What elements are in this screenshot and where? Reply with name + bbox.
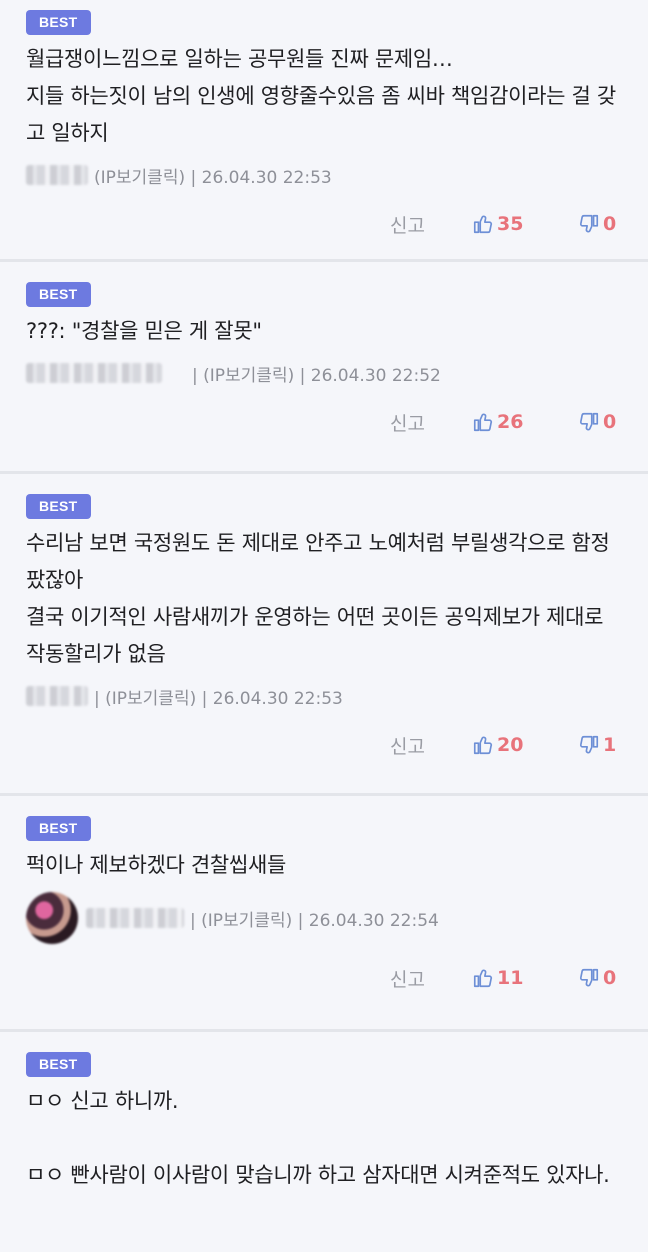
comment-3: BEST 수리남 보면 국정원도 돈 제대로 안주고 노예처럼 부릴생각으로 함… [0,474,648,796]
dislike-button[interactable]: 0 [578,411,622,433]
author-name-blurred[interactable] [26,686,88,706]
dislike-count: 0 [603,411,617,433]
comment-text: 월급쟁이느낌으로 일하는 공무원들 진짜 문제임… 지들 하는짓이 남의 인생에… [26,47,616,145]
comment-actions: 신고 26 0 [26,390,622,454]
comment-meta: | (IP보기클릭) | 26.04.30 22:52 [26,356,622,390]
thumbs-up-icon [473,215,493,234]
report-button[interactable]: 신고 [390,732,472,759]
dislike-count: 0 [603,967,617,989]
author-name-blurred[interactable] [26,165,88,185]
thumbs-down-icon [579,214,599,233]
comment-meta: | (IP보기클릭) | 26.04.30 22:54 [26,890,622,946]
dislike-button[interactable]: 1 [578,734,622,756]
comment-actions: 신고 35 0 [26,192,622,256]
like-count: 26 [497,411,524,433]
comment-text: 수리남 보면 국정원도 돈 제대로 안주고 노예처럼 부릴생각으로 함정 팠잖아… [26,531,610,666]
best-badge: BEST [26,1052,91,1077]
report-button[interactable]: 신고 [390,211,472,238]
comment-text: ㅁㅇ 신고 하니까. ㅁㅇ 빤사람이 이사람이 맞습니까 하고 삼자대면 시켜준… [26,1089,610,1187]
thumbs-down-icon [579,968,599,987]
comment-meta: | (IP보기클릭) | 26.04.30 22:53 [26,679,622,713]
thumbs-up-icon [473,969,493,988]
thumbs-up-icon [473,736,493,755]
thumbs-up-icon [473,413,493,432]
like-button[interactable]: 26 [472,411,578,433]
report-button[interactable]: 신고 [390,409,472,436]
report-button[interactable]: 신고 [390,965,472,992]
comment-text: 퍽이나 제보하겠다 견찰씹새들 [26,853,287,877]
thumbs-down-icon [579,412,599,431]
comment-2: BEST ???: "경찰을 믿은 게 잘못" | (IP보기클릭) | 26.… [0,262,648,474]
ip-and-date[interactable]: | (IP보기클릭) | 26.04.30 22:53 [94,684,343,709]
thumbs-down-icon [579,735,599,754]
comment-4: BEST 퍽이나 제보하겠다 견찰씹새들 | (IP보기클릭) | 26.04.… [0,796,648,1032]
comment-text: ???: "경찰을 믿은 게 잘못" [26,319,262,343]
best-badge: BEST [26,816,91,841]
like-count: 35 [497,213,524,235]
like-count: 20 [497,734,524,756]
dislike-count: 1 [603,734,617,756]
dislike-button[interactable]: 0 [578,967,622,989]
ip-and-date[interactable]: | (IP보기클릭) | 26.04.30 22:54 [190,906,439,931]
comment-meta: (IP보기클릭) | 26.04.30 22:53 [26,158,622,192]
like-button[interactable]: 20 [472,734,578,756]
ip-and-date[interactable]: | (IP보기클릭) | 26.04.30 22:52 [192,361,441,386]
like-button[interactable]: 11 [472,967,578,989]
like-count: 11 [497,967,524,989]
dislike-count: 0 [603,213,617,235]
best-badge: BEST [26,282,91,307]
author-name-blurred[interactable] [86,908,184,928]
author-avatar[interactable] [26,892,78,944]
comment-actions: 신고 20 1 [26,713,622,777]
like-button[interactable]: 35 [472,213,578,235]
ip-and-date[interactable]: (IP보기클릭) | 26.04.30 22:53 [94,163,332,188]
comment-1: BEST 월급쟁이느낌으로 일하는 공무원들 진짜 문제임… 지들 하는짓이 남… [0,0,648,262]
best-badge: BEST [26,494,91,519]
comment-5: BEST ㅁㅇ 신고 하니까. ㅁㅇ 빤사람이 이사람이 맞습니까 하고 삼자대… [0,1032,648,1252]
author-name-blurred[interactable] [26,363,162,383]
best-badge: BEST [26,10,91,35]
comment-actions: 신고 11 0 [26,946,622,1010]
dislike-button[interactable]: 0 [578,213,622,235]
